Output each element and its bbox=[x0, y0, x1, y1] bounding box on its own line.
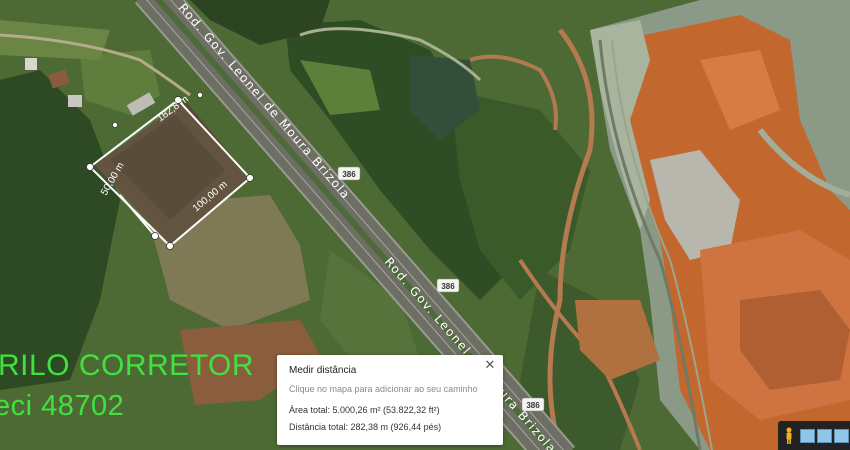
total-area: Área total: 5.000,26 m² (53.822,32 ft²) bbox=[289, 405, 440, 415]
vertex-handle[interactable] bbox=[197, 92, 203, 98]
close-icon[interactable]: ✕ bbox=[483, 358, 497, 372]
svg-text:386: 386 bbox=[441, 282, 455, 291]
building bbox=[68, 95, 82, 107]
vertex-handle[interactable] bbox=[86, 163, 94, 171]
map-layer-icon[interactable] bbox=[800, 429, 815, 443]
satellite-layer-icon[interactable] bbox=[834, 429, 849, 443]
total-distance: Distância total: 282,38 m (926,44 pés) bbox=[289, 422, 442, 432]
panel-title: Medir distância bbox=[289, 365, 357, 376]
watermark-name: RILO CORRETOR bbox=[0, 349, 254, 382]
svg-text:386: 386 bbox=[342, 170, 356, 179]
map-controls bbox=[778, 421, 850, 450]
route-shield: 386 bbox=[521, 397, 545, 412]
watermark-creci: eci 48702 bbox=[0, 390, 125, 422]
svg-text:386: 386 bbox=[526, 401, 540, 410]
vertex-handle[interactable] bbox=[166, 242, 174, 250]
panel-hint: Clique no mapa para adicionar ao seu cam… bbox=[289, 384, 478, 394]
building bbox=[25, 58, 37, 70]
vertex-handle[interactable] bbox=[151, 232, 159, 240]
terrain-layer-icon[interactable] bbox=[817, 429, 832, 443]
route-shield: 386 bbox=[337, 166, 361, 181]
route-shield: 386 bbox=[436, 278, 460, 293]
measure-distance-panel: Medir distância ✕ Clique no mapa para ad… bbox=[277, 355, 503, 445]
pegman-icon[interactable] bbox=[784, 427, 794, 444]
vertex-handle[interactable] bbox=[112, 122, 118, 128]
vertex-handle[interactable] bbox=[246, 174, 254, 182]
